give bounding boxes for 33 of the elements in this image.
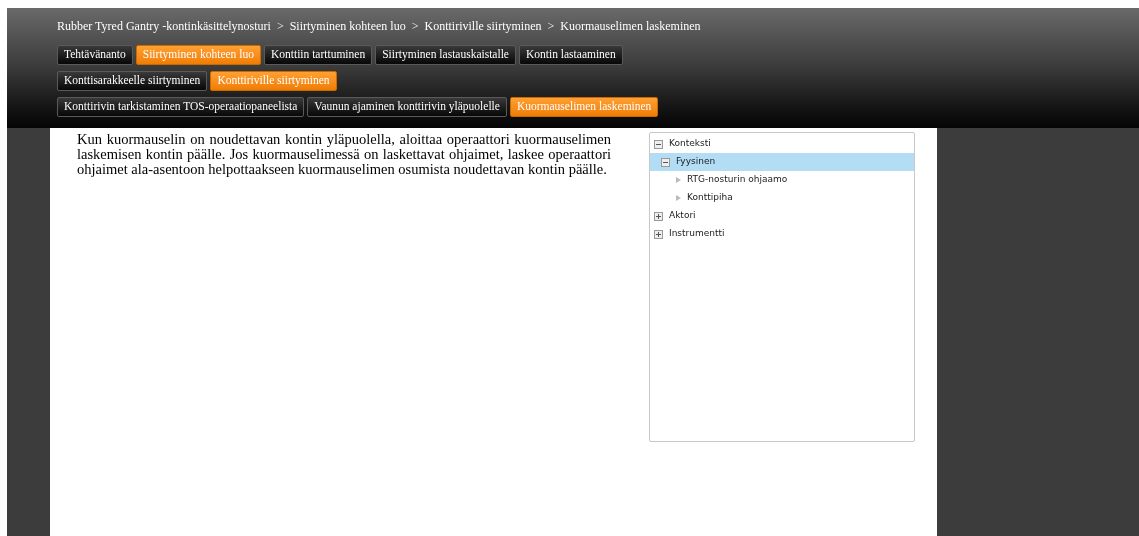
tree-label: Konteksti: [669, 137, 711, 151]
breadcrumb-item[interactable]: Siirtyminen kohteen luo: [289, 17, 406, 35]
triangle-icon: [676, 177, 681, 183]
tab[interactable]: Vaunun ajaminen konttirivin yläpuolelle: [307, 97, 507, 117]
breadcrumb-separator: >: [411, 18, 419, 35]
tree-label: Instrumentti: [669, 227, 725, 241]
breadcrumb-item[interactable]: Konttiriville siirtyminen: [424, 17, 542, 35]
tree-item[interactable]: Konteksti: [650, 135, 914, 153]
tab[interactable]: Tehtävänanto: [57, 45, 133, 65]
tab[interactable]: Kontin lastaaminen: [519, 45, 623, 65]
tab[interactable]: Konttisarakkeelle siirtyminen: [57, 71, 208, 91]
collapse-icon[interactable]: [654, 139, 663, 149]
collapse-icon[interactable]: [661, 157, 670, 167]
expand-icon[interactable]: [654, 211, 663, 221]
description-text: Kun kuormauselin on noudettavan kontin yläpuolella, aloittaa operaattori kuormauselimen laskemisen kontin päälle. Jos kuormauselimessä on laskettavat ohjaimet, laskee operaattori ohjaimet ala-asentoon helpottaakseen kuormauselimen osumista noudettavan kontin päälle.: [77, 132, 611, 179]
tab[interactable]: Konttirivin tarkistaminen TOS-operaatiopaneelista: [57, 97, 305, 117]
tree-item[interactable]: Aktori: [650, 207, 914, 225]
breadcrumb-separator: >: [276, 18, 284, 35]
tree-item[interactable]: Konttipiha: [650, 189, 914, 207]
tab[interactable]: Konttiin tarttuminen: [263, 45, 373, 65]
tree-label: RTG-nosturin ohjaamo: [687, 173, 788, 187]
tree-item[interactable]: Fyysinen: [650, 153, 914, 171]
tree-label: Aktori: [669, 209, 696, 223]
tree-label: Fyysinen: [676, 155, 716, 169]
breadcrumb-item[interactable]: Kuormauselimen laskeminen: [560, 17, 701, 35]
breadcrumb-item[interactable]: Rubber Tyred Gantry -kontinkäsittelynosturi: [57, 17, 271, 35]
tree-item[interactable]: RTG-nosturin ohjaamo: [650, 171, 914, 189]
breadcrumb-separator: >: [547, 18, 555, 35]
tab[interactable]: Siirtyminen lastauskaistalle: [375, 45, 516, 65]
tree-item[interactable]: Instrumentti: [650, 225, 914, 243]
tree-label: Konttipiha: [687, 191, 733, 205]
triangle-icon: [676, 195, 681, 201]
expand-icon[interactable]: [654, 229, 663, 239]
